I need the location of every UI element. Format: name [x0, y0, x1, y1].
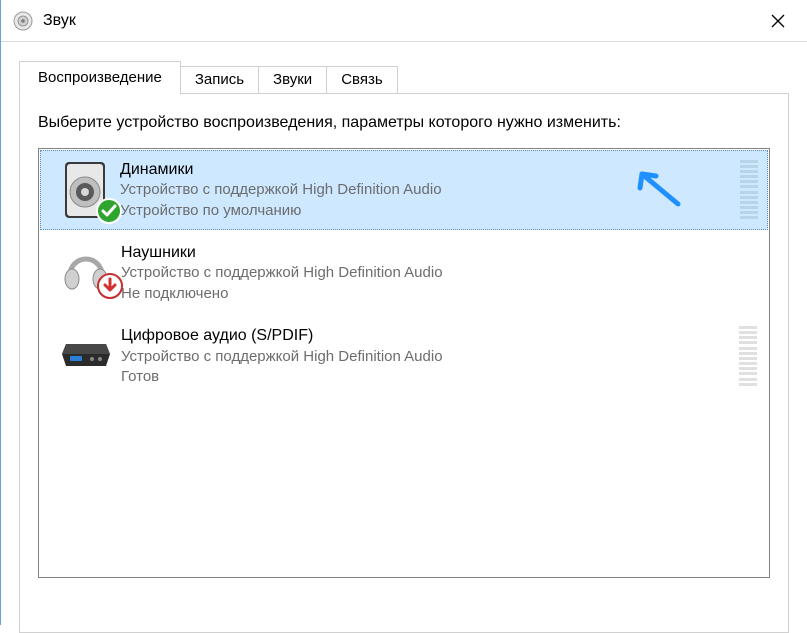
- window-title: Звук: [43, 12, 755, 30]
- device-status: Не подключено: [121, 284, 757, 304]
- tab-playback[interactable]: Воспроизведение: [19, 61, 181, 95]
- check-badge-icon: [96, 198, 122, 224]
- device-name: Цифровое аудио (S/PDIF): [121, 326, 731, 347]
- titlebar: Звук: [1, 0, 807, 42]
- spdif-icon: [51, 324, 121, 380]
- tab-recording[interactable]: Запись: [180, 66, 259, 94]
- headphones-icon: [51, 241, 121, 297]
- dialog-content: Воспроизведение Запись Звуки Связь Выбер…: [1, 42, 807, 633]
- tab-communications[interactable]: Связь: [326, 66, 397, 94]
- tab-panel: Выберите устройство воспроизведения, пар…: [19, 93, 789, 633]
- device-item-headphones[interactable]: Наушники Устройство с поддержкой High De…: [39, 231, 769, 314]
- device-desc: Устройство с поддержкой High Definition …: [121, 263, 757, 283]
- device-status: Готов: [121, 367, 731, 387]
- device-desc: Устройство с поддержкой High Definition …: [120, 180, 732, 200]
- instruction-text: Выберите устройство воспроизведения, пар…: [38, 112, 770, 134]
- device-item-spdif[interactable]: Цифровое аудио (S/PDIF) Устройство с под…: [39, 314, 769, 397]
- device-item-speakers[interactable]: Динамики Устройство с поддержкой High De…: [40, 150, 768, 230]
- device-desc: Устройство с поддержкой High Definition …: [121, 347, 731, 367]
- close-button[interactable]: [755, 5, 801, 37]
- tab-sounds[interactable]: Звуки: [258, 66, 327, 94]
- device-list[interactable]: Динамики Устройство с поддержкой High De…: [38, 148, 770, 578]
- tab-strip: Воспроизведение Запись Звуки Связь: [19, 60, 789, 94]
- level-meter: [739, 326, 757, 386]
- device-status: Устройство по умолчанию: [120, 201, 732, 221]
- device-name: Динамики: [120, 160, 732, 181]
- device-name: Наушники: [121, 243, 757, 264]
- down-arrow-badge-icon: [97, 273, 123, 299]
- speaker-icon: [50, 158, 120, 222]
- sound-app-icon: [13, 11, 33, 31]
- level-meter: [740, 160, 758, 220]
